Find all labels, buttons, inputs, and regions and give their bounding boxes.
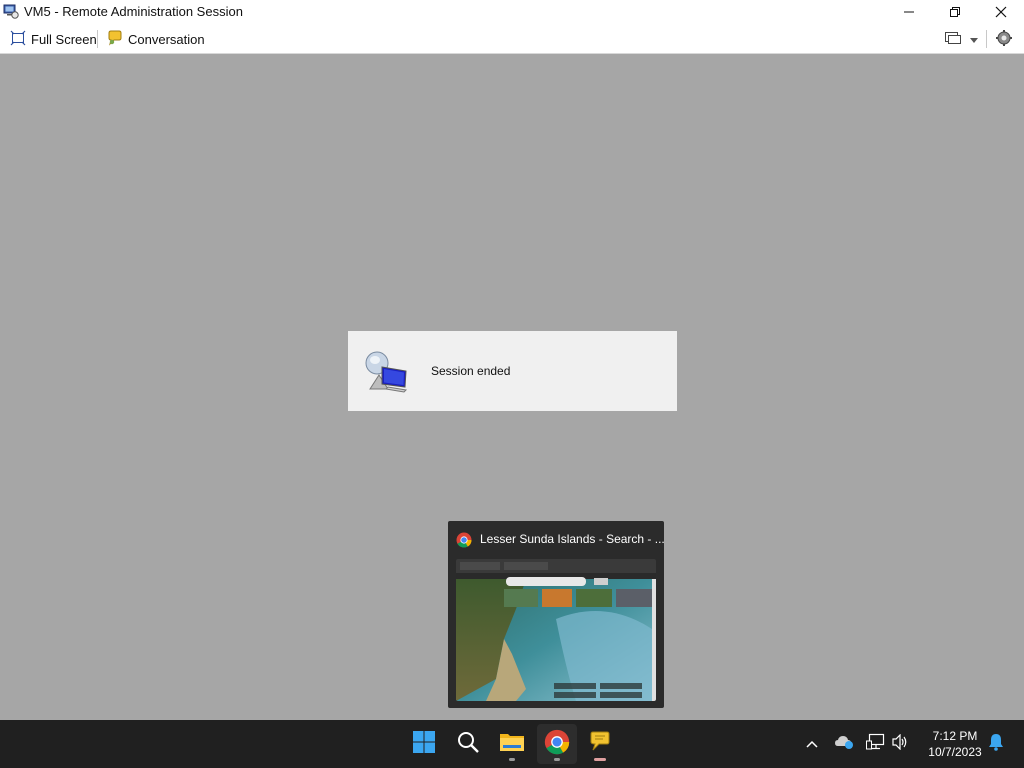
full-screen-label: Full Screen [31,31,97,47]
toolbar-divider [986,30,987,48]
clock-date: 10/7/2023 [928,745,982,759]
chevron-up-icon [806,735,818,753]
session-toolbar: Full Screen Conversation [0,24,1024,54]
taskbar: 7:12 PM 10/7/2023 [0,720,1024,768]
network-tray-button[interactable] [864,732,888,756]
file-explorer-icon [499,730,525,759]
toolbar-divider [97,30,98,48]
preview-title: Lesser Sunda Islands - Search - ... [480,532,665,546]
file-explorer-button[interactable] [492,724,532,764]
search-button[interactable] [448,724,488,764]
start-button[interactable] [404,724,444,764]
session-ended-message: Session ended [431,364,511,378]
settings-button[interactable] [995,29,1013,49]
start-icon [412,730,436,759]
chrome-window-preview[interactable]: Lesser Sunda Islands - Search - ... [448,521,665,708]
onedrive-tray-button[interactable] [832,732,856,756]
display-options-button[interactable] [944,29,978,49]
chrome-taskbar-button[interactable] [537,724,577,764]
close-button[interactable] [978,0,1024,24]
bell-icon [988,733,1004,756]
running-indicator [554,758,560,761]
running-indicator [509,758,515,761]
show-hidden-icons-button[interactable] [800,732,824,756]
full-screen-icon [10,30,26,49]
gear-icon [995,29,1013,50]
session-ended-dialog: Session ended [348,331,677,411]
restore-button[interactable] [932,0,978,24]
notifications-button[interactable] [984,732,1008,756]
running-indicator [594,758,606,761]
chrome-icon [544,729,570,760]
chat-icon [588,730,612,759]
conversation-icon [107,30,123,49]
preview-header: Lesser Sunda Islands - Search - ... [448,521,665,557]
cloud-icon [834,734,854,755]
window-title: VM5 - Remote Administration Session [24,4,243,19]
preview-thumbnail [456,559,656,701]
remote-computer-icon [364,347,412,395]
speaker-icon [891,733,909,755]
clock-time: 7:12 PM [932,729,978,743]
chat-app-button[interactable] [580,724,620,764]
clock[interactable]: 7:12 PM 10/7/2023 [920,728,990,760]
volume-tray-button[interactable] [888,732,912,756]
conversation-label: Conversation [128,31,205,47]
network-icon [866,733,886,756]
full-screen-button[interactable]: Full Screen [10,29,97,49]
minimize-button[interactable] [886,0,932,24]
remote-session-app-icon [3,3,19,19]
search-icon [456,730,480,759]
title-bar: VM5 - Remote Administration Session [0,0,1024,24]
monitor-icon [944,30,962,49]
chrome-icon [456,532,472,548]
conversation-button[interactable]: Conversation [107,29,205,49]
chevron-down-icon [970,32,978,47]
